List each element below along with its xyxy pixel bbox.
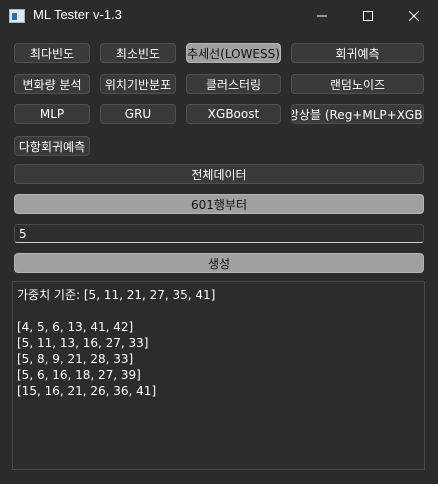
- polynomial-regression-button[interactable]: 다항회귀예측: [14, 136, 90, 156]
- generate-button[interactable]: 생성: [14, 253, 424, 273]
- app-icon: [9, 9, 25, 23]
- result-line: [5, 6, 16, 18, 27, 39]: [17, 368, 141, 382]
- result-line: [4, 5, 6, 13, 41, 42]: [17, 320, 134, 334]
- position-distribution-button[interactable]: 위치기반분포: [100, 74, 176, 94]
- close-icon: [408, 10, 420, 22]
- window-title: ML Tester v-1.3: [33, 7, 122, 22]
- all-data-button[interactable]: 전체데이터: [14, 164, 424, 184]
- minimize-button[interactable]: [299, 0, 345, 32]
- result-line: [5, 11, 13, 16, 27, 33]: [17, 336, 149, 350]
- count-input[interactable]: 5: [14, 224, 424, 243]
- gru-button[interactable]: GRU: [100, 104, 176, 124]
- least-frequent-button[interactable]: 최소빈도: [100, 43, 176, 63]
- output-text-area[interactable]: 가중치 기준: [5, 11, 21, 27, 35, 41] [4, 5, 6…: [12, 281, 425, 470]
- clustering-button[interactable]: 클러스터링: [186, 74, 281, 94]
- result-line: [5, 8, 9, 21, 28, 33]: [17, 352, 134, 366]
- most-frequent-button[interactable]: 최다빈도: [14, 43, 90, 63]
- regression-predict-button[interactable]: 회귀예측: [291, 43, 424, 63]
- xgboost-button[interactable]: XGBoost: [186, 104, 281, 124]
- close-button[interactable]: [391, 0, 437, 32]
- result-line: [15, 16, 21, 26, 36, 41]: [17, 384, 157, 398]
- title-bar: ML Tester v-1.3: [0, 0, 438, 32]
- maximize-button[interactable]: [345, 0, 391, 32]
- from-row-601-button[interactable]: 601행부터: [14, 194, 424, 214]
- mlp-button[interactable]: MLP: [14, 104, 90, 124]
- minimize-icon: [317, 15, 327, 17]
- random-noise-button[interactable]: 랜덤노이즈: [291, 74, 424, 94]
- weights-line: 가중치 기준: [5, 11, 21, 27, 35, 41]: [17, 288, 216, 302]
- ensemble-button[interactable]: 앙상블 (Reg+MLP+XGB): [291, 104, 424, 124]
- trendline-lowess-button[interactable]: 추세선(LOWESS): [186, 43, 281, 63]
- change-analysis-button[interactable]: 변화량 분석: [14, 74, 90, 94]
- maximize-icon: [363, 11, 373, 21]
